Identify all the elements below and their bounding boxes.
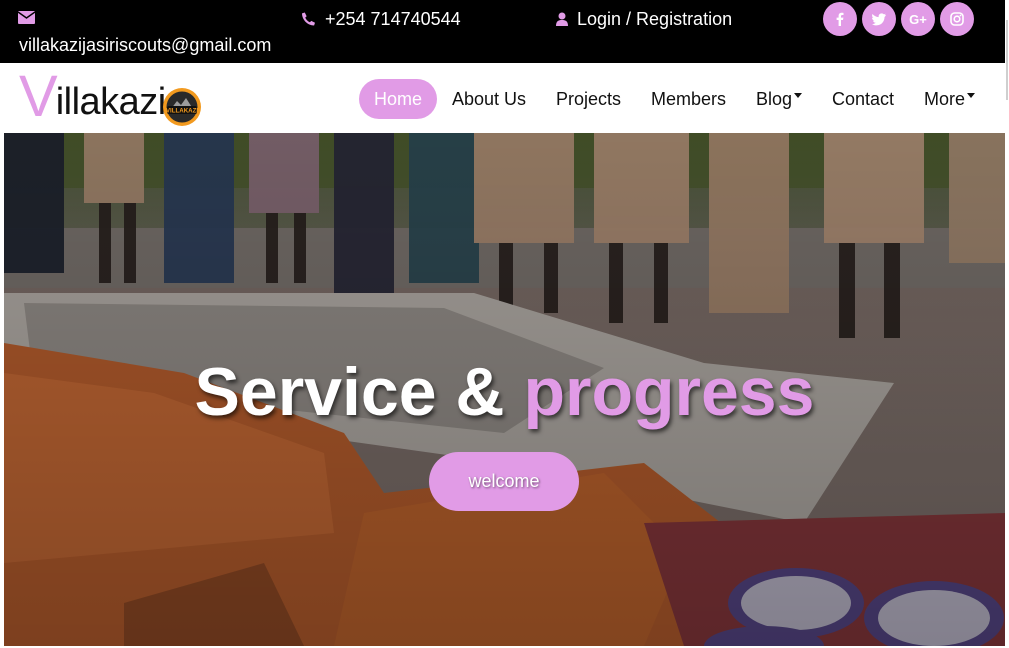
- twitter-icon: [872, 13, 886, 26]
- nav-contact[interactable]: Contact: [832, 79, 894, 119]
- nav-about-us[interactable]: About Us: [452, 79, 526, 119]
- contact-phone[interactable]: +254 714740544: [325, 9, 461, 30]
- instagram-icon: [950, 12, 964, 26]
- contact-email[interactable]: villakazijasiriscouts@gmail.com: [19, 35, 271, 56]
- twitter-button[interactable]: [862, 2, 896, 36]
- google-plus-button[interactable]: G+: [901, 2, 935, 36]
- main-navbar: V illakazi VILLAKAZI Home About Us Proje…: [4, 63, 1005, 133]
- logo-first-letter: V: [19, 64, 58, 129]
- site-logo[interactable]: V illakazi: [19, 64, 167, 129]
- hero-banner: Service & progress welcome: [4, 133, 1005, 646]
- nav-blog-label: Blog: [756, 89, 793, 109]
- logo-badge-text: VILLAKAZI: [166, 108, 199, 115]
- user-icon: [556, 12, 568, 26]
- logo-text: illakazi: [55, 81, 167, 123]
- facebook-button[interactable]: [823, 2, 857, 36]
- welcome-button[interactable]: welcome: [429, 452, 579, 511]
- nav-blog-dropdown[interactable]: Blog: [756, 79, 803, 119]
- nav-projects[interactable]: Projects: [556, 79, 621, 119]
- hero-headline: Service & progress: [4, 353, 1005, 431]
- logo-badge-icon: VILLAKAZI: [163, 88, 201, 126]
- nav-home[interactable]: Home: [359, 79, 437, 119]
- caret-down-icon: [794, 93, 803, 98]
- nav-more-label: More: [924, 89, 966, 109]
- phone-icon: [302, 12, 315, 26]
- hero-headline-accent: progress: [523, 354, 815, 430]
- facebook-icon: [836, 12, 844, 26]
- scrollbar-thumb[interactable]: [1006, 20, 1008, 100]
- login-registration-link[interactable]: Login / Registration: [577, 9, 732, 30]
- google-plus-icon: G+: [909, 11, 927, 27]
- envelope-icon: [18, 11, 35, 24]
- top-contact-bar: villakazijasiriscouts@gmail.com +254 714…: [0, 0, 1005, 63]
- nav-more-dropdown[interactable]: More: [924, 79, 976, 119]
- hero-headline-main: Service &: [194, 354, 524, 430]
- caret-down-icon: [967, 93, 976, 98]
- instagram-button[interactable]: [940, 2, 974, 36]
- nav-members[interactable]: Members: [651, 79, 726, 119]
